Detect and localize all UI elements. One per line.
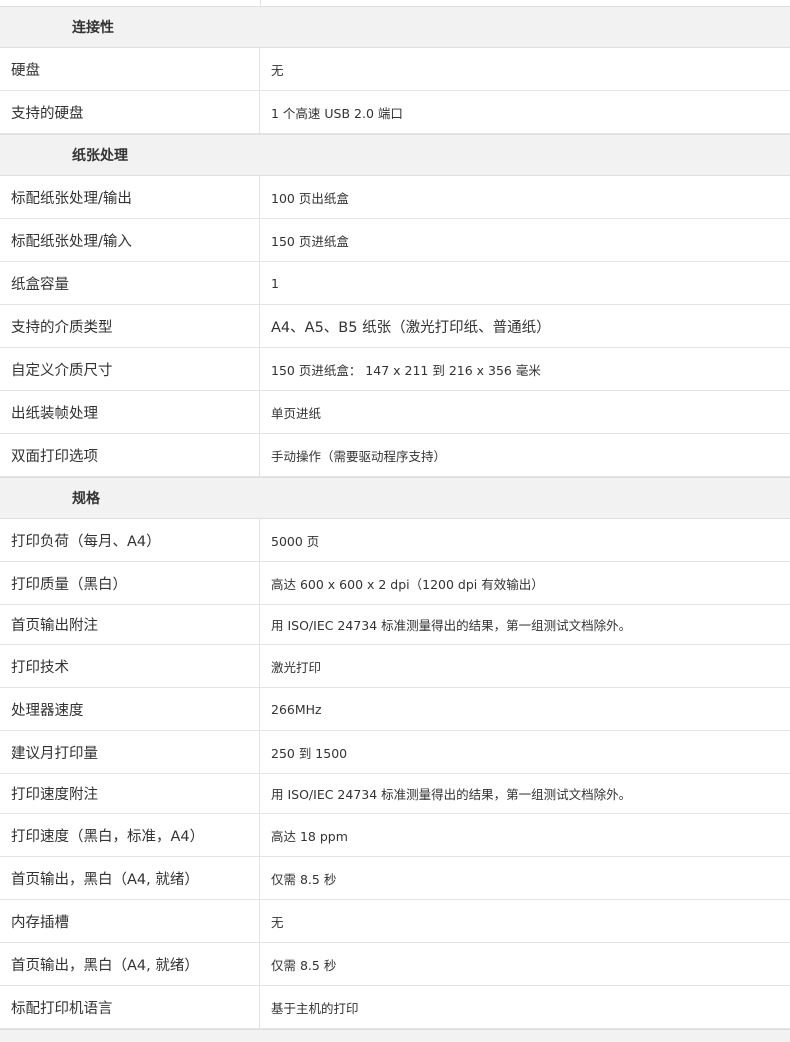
spec-label: 首页输出附注 <box>0 605 260 644</box>
table-row: 自定义介质尺寸 150 页进纸盒： 147 x 211 到 216 x 356 … <box>0 348 790 391</box>
spec-value: 单页进纸 <box>271 405 322 421</box>
spec-label: 支持的介质类型 <box>0 305 260 347</box>
spec-value: 266MHz <box>271 701 322 717</box>
section-title: 纸张处理 <box>72 148 128 164</box>
section-header-paper-handling: 纸张处理 <box>0 134 790 176</box>
table-row: 首页输出附注 用 ISO/IEC 24734 标准测量得出的结果，第一组测试文档… <box>0 605 790 645</box>
spec-label: 纸盒容量 <box>0 262 260 304</box>
table-row: 标配纸张处理/输出 100 页出纸盒 <box>0 176 790 219</box>
table-top-strip <box>0 0 790 6</box>
table-row: 打印速度（黑白，标准，A4） 高达 18 ppm <box>0 814 790 857</box>
spec-value: 1 个高速 USB 2.0 端口 <box>271 105 403 121</box>
spec-value: 高达 600 x 600 x 2 dpi（1200 dpi 有效输出） <box>271 576 544 592</box>
spec-value: 激光打印 <box>271 659 322 675</box>
section-header-connectivity: 连接性 <box>0 6 790 48</box>
table-row: 内存插槽 无 <box>0 900 790 943</box>
spec-value: 手动操作（需要驱动程序支持） <box>271 448 447 464</box>
spec-label: 标配纸张处理/输入 <box>0 219 260 261</box>
spec-value: 用 ISO/IEC 24734 标准测量得出的结果，第一组测试文档除外。 <box>271 618 632 633</box>
table-row: 打印技术 激光打印 <box>0 645 790 688</box>
section-title: 规格 <box>72 491 100 507</box>
spec-label: 打印速度（黑白，标准，A4） <box>0 814 260 856</box>
table-row: 出纸装帧处理 单页进纸 <box>0 391 790 434</box>
spec-value: 高达 18 ppm <box>271 828 348 844</box>
table-row: 打印负荷（每月、A4） 5000 页 <box>0 519 790 562</box>
spec-value: 250 到 1500 <box>271 745 348 761</box>
table-row: 双面打印选项 手动操作（需要驱动程序支持） <box>0 434 790 477</box>
spec-value: 150 页进纸盒 <box>271 233 349 249</box>
spec-value: 150 页进纸盒： 147 x 211 到 216 x 356 毫米 <box>271 362 541 378</box>
spec-label: 首页输出，黑白（A4, 就绪） <box>0 943 260 985</box>
spec-value: 100 页出纸盒 <box>271 190 349 206</box>
spec-value: 无 <box>271 914 284 930</box>
table-row: 标配纸张处理/输入 150 页进纸盒 <box>0 219 790 262</box>
spec-label: 建议月打印量 <box>0 731 260 773</box>
spec-label: 硬盘 <box>0 48 260 90</box>
table-row: 处理器速度 266MHz <box>0 688 790 731</box>
table-row: 硬盘 无 <box>0 48 790 91</box>
spec-value: 1 <box>271 275 279 291</box>
spec-label: 处理器速度 <box>0 688 260 730</box>
spec-label: 出纸装帧处理 <box>0 391 260 433</box>
table-row: 标配打印机语言 基于主机的打印 <box>0 986 790 1029</box>
table-row: 支持的硬盘 1 个高速 USB 2.0 端口 <box>0 91 790 134</box>
section-header-specifications: 规格 <box>0 477 790 519</box>
spec-value: 用 ISO/IEC 24734 标准测量得出的结果，第一组测试文档除外。 <box>271 787 632 802</box>
table-row: 支持的介质类型 A4、A5、B5 纸张（激光打印纸、普通纸） <box>0 305 790 348</box>
spec-value: 无 <box>271 62 284 78</box>
table-row: 打印质量（黑白） 高达 600 x 600 x 2 dpi（1200 dpi 有… <box>0 562 790 605</box>
table-row: 纸盒容量 1 <box>0 262 790 305</box>
spec-label: 打印速度附注 <box>0 774 260 813</box>
spec-value: 仅需 8.5 秒 <box>271 871 337 887</box>
table-row: 首页输出，黑白（A4, 就绪） 仅需 8.5 秒 <box>0 943 790 986</box>
spec-value: 仅需 8.5 秒 <box>271 957 337 973</box>
table-row: 打印速度附注 用 ISO/IEC 24734 标准测量得出的结果，第一组测试文档… <box>0 774 790 814</box>
spec-value: A4、A5、B5 纸张（激光打印纸、普通纸） <box>271 319 551 336</box>
table-bottom-strip <box>0 1029 790 1042</box>
spec-value: 5000 页 <box>271 533 320 549</box>
table-row: 建议月打印量 250 到 1500 <box>0 731 790 774</box>
spec-label: 标配打印机语言 <box>0 986 260 1028</box>
spec-label: 内存插槽 <box>0 900 260 942</box>
table-row: 首页输出，黑白（A4, 就绪） 仅需 8.5 秒 <box>0 857 790 900</box>
spec-label: 双面打印选项 <box>0 434 260 476</box>
spec-label: 打印质量（黑白） <box>0 562 260 604</box>
spec-label: 打印负荷（每月、A4） <box>0 519 260 561</box>
spec-label: 首页输出，黑白（A4, 就绪） <box>0 857 260 899</box>
spec-label: 支持的硬盘 <box>0 91 260 133</box>
spec-label: 标配纸张处理/输出 <box>0 176 260 218</box>
section-title: 连接性 <box>72 20 114 36</box>
spec-value: 基于主机的打印 <box>271 1000 359 1016</box>
spec-label: 自定义介质尺寸 <box>0 348 260 390</box>
spec-label: 打印技术 <box>0 645 260 687</box>
